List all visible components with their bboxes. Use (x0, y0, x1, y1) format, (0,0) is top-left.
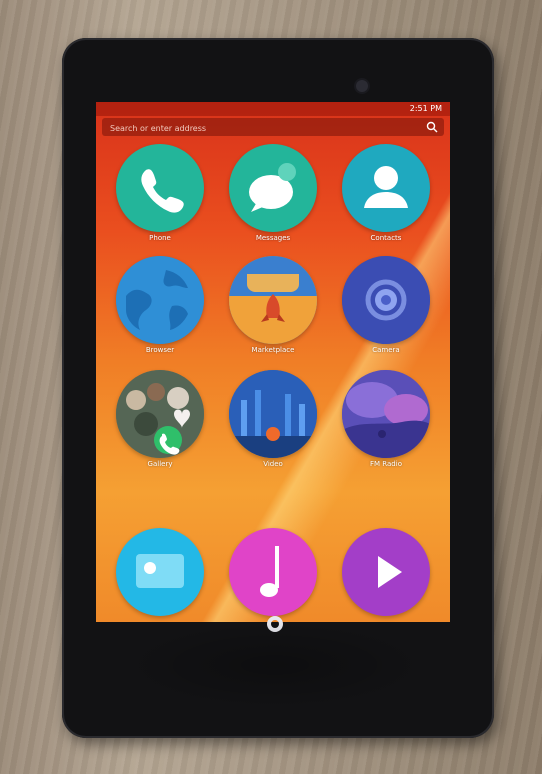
app-label: Contacts (370, 234, 402, 242)
app-label: FM Radio (370, 460, 402, 468)
app-label: Phone (149, 234, 171, 242)
play-icon[interactable] (342, 528, 430, 616)
messages-icon[interactable] (229, 144, 317, 232)
front-camera (356, 80, 368, 92)
status-bar: 2:51 PM (96, 102, 450, 116)
search-icon[interactable] (426, 121, 438, 133)
search-input[interactable] (108, 120, 402, 136)
app-phone[interactable]: Phone (112, 144, 208, 244)
video-icon[interactable] (229, 370, 317, 458)
marketplace-icon[interactable] (229, 256, 317, 344)
search-bar[interactable] (102, 118, 444, 136)
table-reflection (120, 620, 430, 710)
app-contacts[interactable]: Contacts (338, 144, 434, 244)
music-icon[interactable] (229, 528, 317, 616)
app-label: Browser (145, 346, 175, 354)
app-video[interactable]: Video (225, 370, 321, 470)
app-messages[interactable]: Messages (225, 144, 321, 244)
app-browser[interactable]: Browser (112, 256, 208, 356)
card-icon[interactable] (116, 528, 204, 616)
app-label: Video (263, 460, 283, 468)
status-time: 2:51 PM (409, 104, 442, 113)
gallery-icon[interactable] (116, 370, 204, 458)
app-label: Gallery (147, 460, 173, 468)
app-camera[interactable]: Camera (338, 256, 434, 356)
app-label: Marketplace (251, 346, 295, 354)
app-gallery[interactable]: Gallery (112, 370, 208, 470)
app-label: Camera (372, 346, 400, 354)
app-marketplace[interactable]: Marketplace (225, 256, 321, 356)
app-music[interactable] (225, 528, 321, 616)
app-play[interactable] (338, 528, 434, 616)
app-radio[interactable]: FM Radio (338, 370, 434, 470)
app-card[interactable] (112, 528, 208, 616)
phone-icon[interactable] (116, 144, 204, 232)
home-screen: 2:51 PM Phone (96, 102, 450, 622)
radio-icon[interactable] (342, 370, 430, 458)
browser-icon[interactable] (116, 256, 204, 344)
contacts-icon[interactable] (342, 144, 430, 232)
app-label: Messages (255, 234, 291, 242)
camera-icon[interactable] (342, 256, 430, 344)
